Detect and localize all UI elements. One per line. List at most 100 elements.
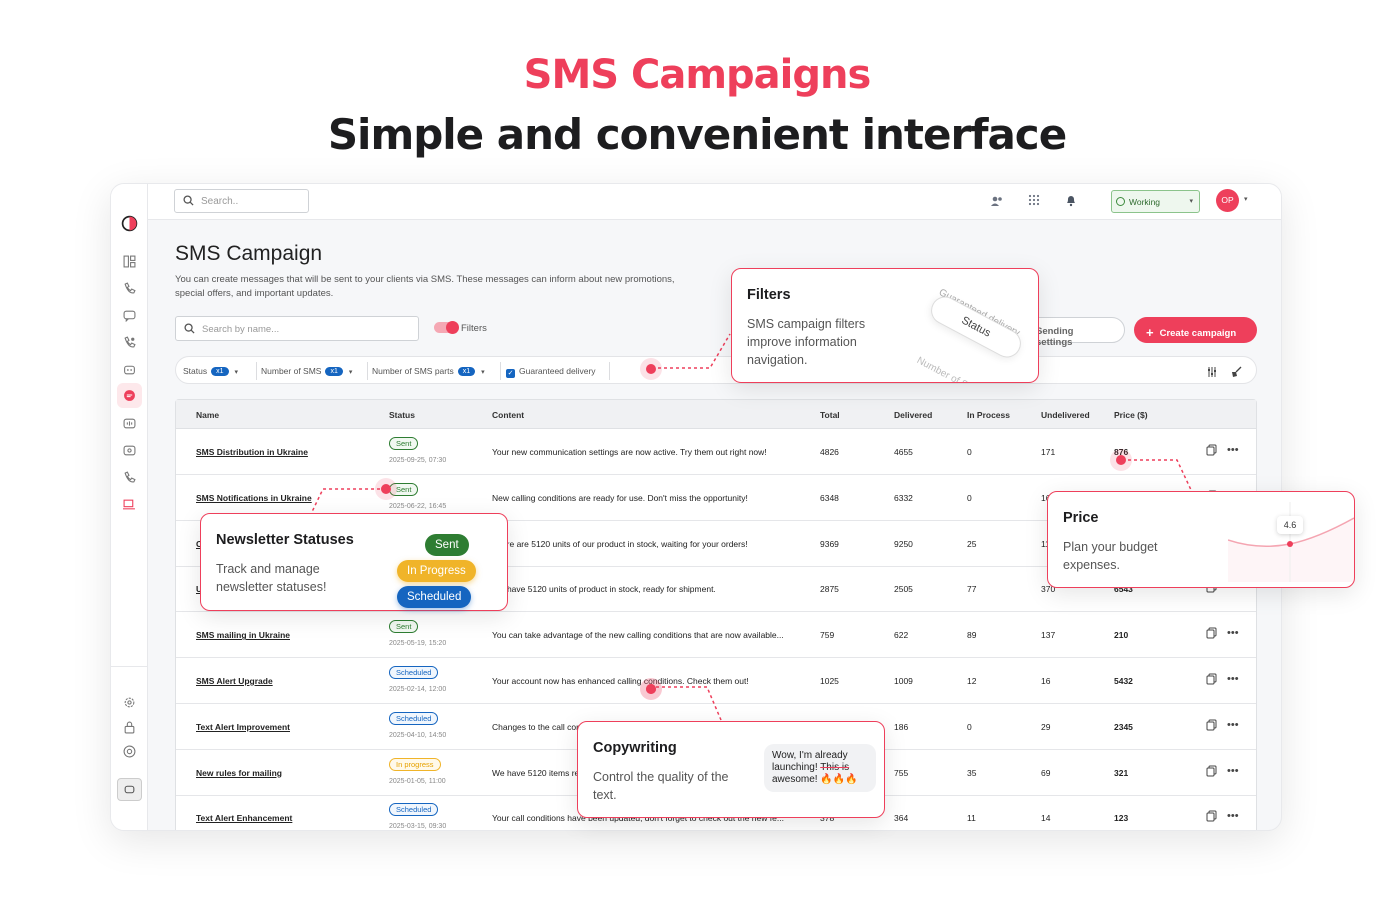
row-actions: ••• (1206, 718, 1239, 736)
more-icon[interactable]: ••• (1227, 810, 1239, 822)
delivered-cell: 4655 (894, 447, 913, 457)
col-in-process[interactable]: In Process (967, 410, 1010, 420)
undelivered-cell: 16 (1041, 676, 1051, 686)
col-total[interactable]: Total (820, 410, 840, 420)
filter-actions (1206, 365, 1242, 383)
col-name[interactable]: Name (196, 410, 219, 420)
create-campaign-button[interactable]: + Create campaign (1134, 317, 1257, 343)
copy-icon[interactable] (1206, 809, 1217, 826)
support-icon[interactable] (121, 743, 137, 759)
filter-sms-badge: x1 (325, 367, 343, 376)
price-value: 4.6 (1283, 520, 1297, 530)
filter-number-of-sms[interactable]: Number of SMS x1 ▾ (261, 366, 352, 376)
copy-icon[interactable] (1206, 672, 1217, 689)
clear-filters-icon[interactable] (1230, 365, 1242, 382)
name-search-input[interactable]: Search by name... (175, 316, 419, 341)
filters-callout: Filters SMS campaign filters improve inf… (731, 268, 1039, 383)
campaign-name-link[interactable]: Text Alert Improvement (196, 722, 290, 732)
col-status[interactable]: Status (389, 410, 415, 420)
phone-icon[interactable] (121, 280, 137, 296)
sms-campaign-icon[interactable] (117, 383, 142, 408)
copy-icon[interactable] (1206, 626, 1217, 643)
ivr-icon[interactable] (121, 442, 137, 458)
price-callout: Price Plan your budget expenses. 4.6 (1047, 491, 1355, 588)
filter-guaranteed-delivery[interactable]: ✓ Guaranteed delivery (506, 366, 596, 378)
chevron-down-icon: ▾ (1189, 198, 1193, 205)
in-process-cell: 25 (967, 538, 977, 549)
col-price[interactable]: Price ($) (1114, 410, 1148, 420)
in-process-cell: 11 (967, 813, 976, 824)
table-row[interactable]: SMS Distribution in Ukraine Sent 2025-09-2… (176, 429, 1256, 475)
voice-icon[interactable] (121, 415, 137, 431)
call-center-icon[interactable] (121, 334, 137, 350)
status-select[interactable]: Working ▾ (1111, 190, 1200, 213)
campaign-name-link[interactable]: SMS Distribution in Ukraine (196, 447, 308, 457)
price-cell: 210 (1114, 630, 1129, 641)
bell-icon[interactable] (1065, 194, 1077, 212)
total-cell: 6348 (820, 492, 839, 503)
more-icon[interactable]: ••• (1227, 765, 1239, 777)
content-cell: New calling conditions are ready for use… (492, 492, 748, 503)
filter-separator (500, 362, 501, 380)
contacts-icon[interactable] (990, 194, 1004, 212)
chip-sent: Sent (425, 534, 469, 556)
more-icon[interactable]: ••• (1227, 627, 1239, 639)
delivered-cell: 622 (894, 630, 909, 641)
dashboard-icon[interactable] (121, 253, 137, 269)
column-settings-icon[interactable] (1206, 365, 1218, 382)
price-callout-text: Plan your budget expenses. (1063, 540, 1158, 572)
more-icon[interactable]: ••• (1227, 673, 1239, 685)
copy-icon[interactable] (1206, 764, 1217, 781)
settings-icon[interactable] (121, 694, 137, 710)
copy-icon[interactable] (1206, 443, 1217, 460)
filters-toggle[interactable] (434, 321, 459, 334)
campaign-name-link[interactable]: New rules for mailing (196, 768, 282, 778)
content-cell: We have 5120 units of product in stock, … (492, 584, 716, 595)
logo-icon[interactable] (120, 214, 139, 233)
undelivered-cell: 171 (1041, 447, 1056, 457)
statuses-callout: Newsletter Statuses Track and manage new… (200, 513, 508, 611)
row-actions: ••• (1206, 443, 1239, 461)
copy-icon[interactable] (1206, 718, 1217, 735)
calls-icon[interactable] (121, 469, 137, 485)
table-row[interactable]: SMS mailing in Ukraine Sent 2025-05-19, 15… (176, 612, 1256, 659)
col-undelivered[interactable]: Undelivered (1041, 410, 1090, 420)
content-cell: There are 5120 units of our product in s… (492, 538, 748, 549)
status-badge: Sent (389, 437, 419, 450)
in-process-cell: 77 (967, 584, 977, 595)
campaign-name-link[interactable]: SMS Alert Upgrade (196, 676, 273, 686)
avatar[interactable]: OP (1216, 189, 1239, 212)
chat-icon[interactable] (121, 307, 137, 323)
campaign-name-link[interactable]: Text Alert Enhancement (196, 813, 292, 823)
checkbox-checked-icon[interactable]: ✓ (506, 369, 515, 378)
dialpad-icon[interactable] (1028, 194, 1040, 212)
more-icon[interactable]: ••• (1227, 719, 1239, 731)
filters-label: Filters (461, 323, 487, 334)
status-date: 2025-01-05, 11:00 (389, 777, 446, 785)
bot-icon[interactable] (121, 361, 137, 377)
copy-callout-title: Copywriting (593, 740, 677, 756)
campaign-name-link[interactable]: SMS mailing in Ukraine (196, 630, 290, 640)
create-campaign-label: Create campaign (1159, 328, 1237, 339)
col-content[interactable]: Content (492, 410, 524, 420)
in-process-cell: 0 (967, 721, 972, 732)
total-cell: 4826 (820, 447, 839, 457)
filter-status[interactable]: Status x1 ▾ (183, 366, 238, 376)
filter-number-of-parts[interactable]: Number of SMS parts x1 ▾ (372, 366, 485, 376)
lock-icon[interactable] (121, 719, 137, 735)
devices-icon[interactable] (121, 496, 137, 512)
status-badge: Scheduled (389, 803, 439, 817)
more-icon[interactable]: ••• (1227, 444, 1239, 456)
col-delivered[interactable]: Delivered (894, 410, 932, 420)
campaign-name-link[interactable]: SMS Notifications in Ukraine (196, 493, 312, 503)
filters-callout-title: Filters (747, 287, 791, 303)
status-date: 2025-04-10, 14:50 (389, 731, 447, 739)
status-date: 2025-05-19, 15:20 (389, 640, 447, 648)
avatar-chevron-down-icon[interactable]: ▾ (1244, 195, 1248, 203)
page-title: SMS Campaign (175, 242, 323, 265)
in-process-cell: 35 (967, 767, 977, 778)
collapse-sidebar-icon[interactable] (117, 778, 142, 801)
global-search-input[interactable]: Search.. (174, 189, 309, 213)
working-status-icon (1116, 197, 1125, 206)
status-date: 2025-02-14, 12:00 (389, 686, 447, 693)
